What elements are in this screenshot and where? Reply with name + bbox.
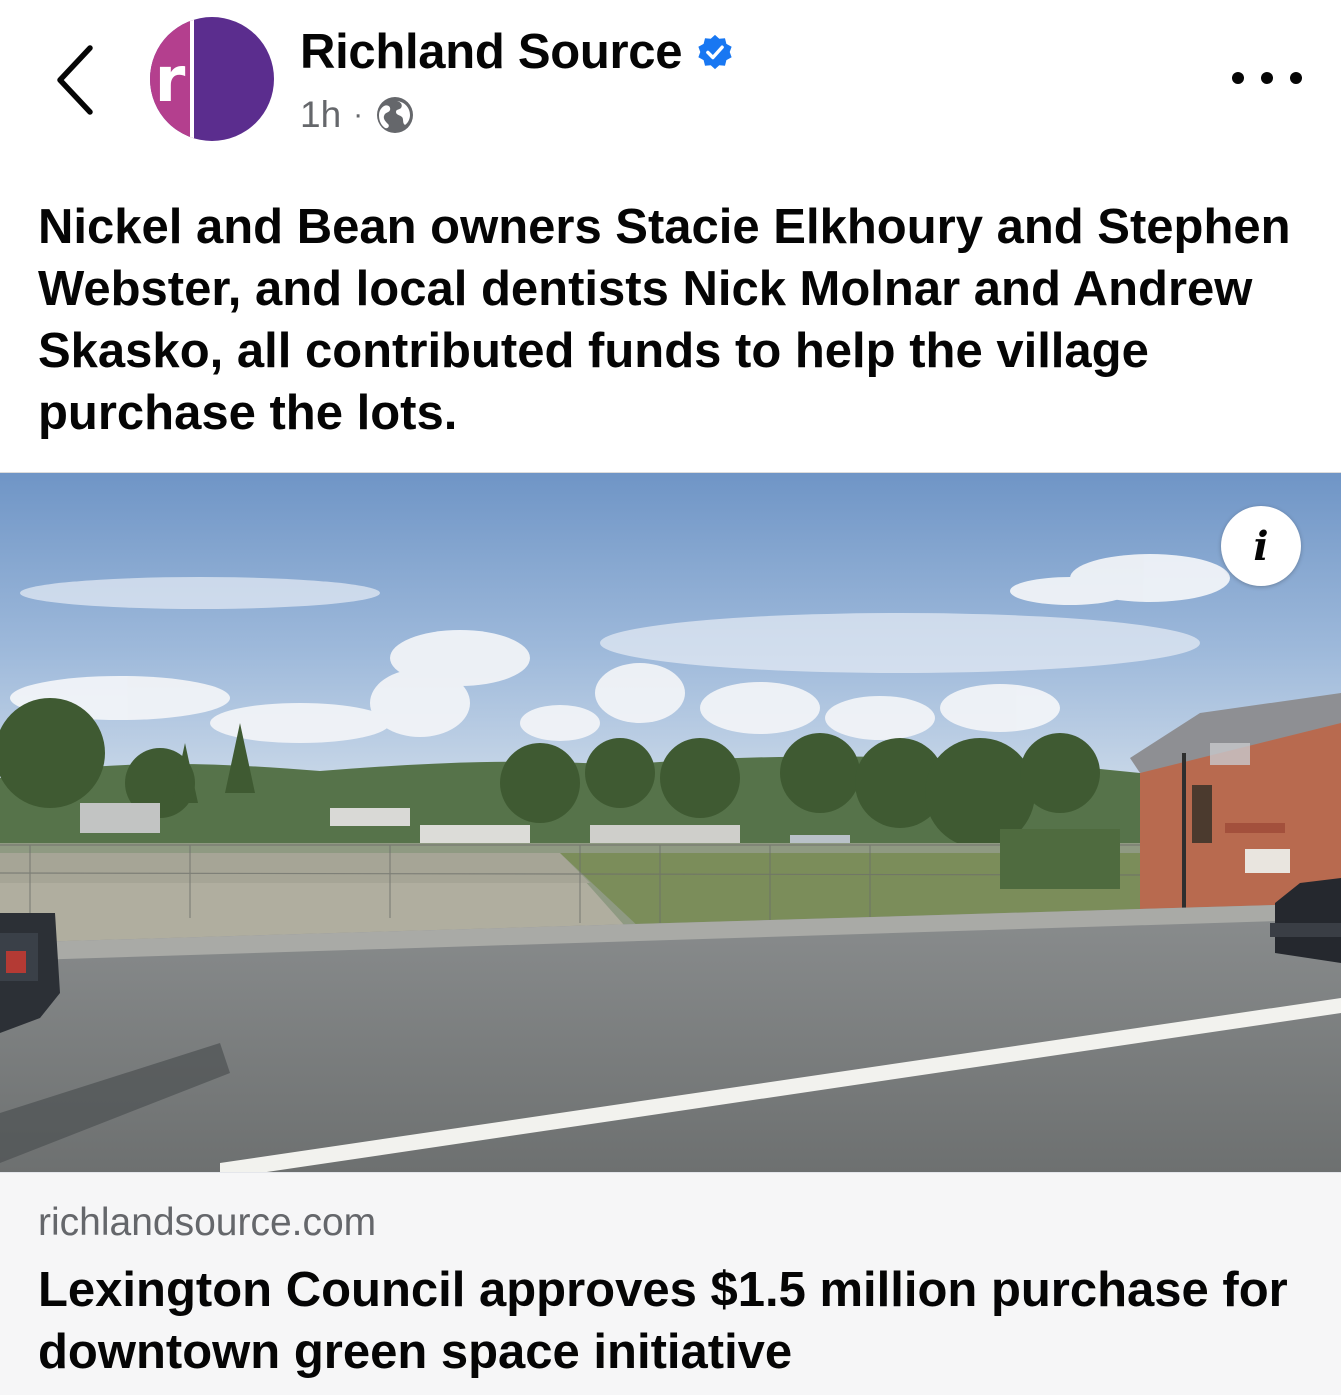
avatar-letter: r — [155, 43, 186, 116]
page-avatar[interactable]: r — [150, 17, 274, 141]
post-meta: 1h · — [300, 90, 415, 140]
post-header: r Richland Source 1h · — [0, 0, 1341, 170]
page-name[interactable]: Richland Source — [300, 24, 682, 80]
more-options-button[interactable] — [1232, 60, 1302, 96]
verified-badge-icon — [698, 34, 732, 70]
link-preview-card[interactable]: richlandsource.com Lexington Council app… — [0, 1172, 1341, 1395]
page-name-row: Richland Source — [300, 22, 734, 82]
back-button[interactable] — [48, 40, 108, 120]
richland-source-logo: r — [150, 17, 274, 141]
more-horizontal-icon-dot-1 — [1232, 72, 1244, 84]
post-image[interactable] — [0, 472, 1341, 1173]
chevron-left-icon — [57, 45, 93, 115]
globe-icon[interactable] — [375, 95, 415, 135]
more-horizontal-icon-dot-3 — [1290, 72, 1302, 84]
link-domain: richlandsource.com — [38, 1201, 377, 1244]
street-view-photo — [0, 473, 1341, 1173]
meta-separator: · — [353, 98, 364, 131]
post-caption: Nickel and Bean owners Stacie Elkhoury a… — [38, 200, 1291, 440]
post-timestamp[interactable]: 1h — [300, 94, 341, 136]
info-button[interactable]: i — [1221, 506, 1301, 586]
more-horizontal-icon-dot-2 — [1261, 72, 1273, 84]
info-icon: i — [1253, 522, 1269, 570]
link-title: Lexington Council approves $1.5 million … — [38, 1263, 1288, 1379]
